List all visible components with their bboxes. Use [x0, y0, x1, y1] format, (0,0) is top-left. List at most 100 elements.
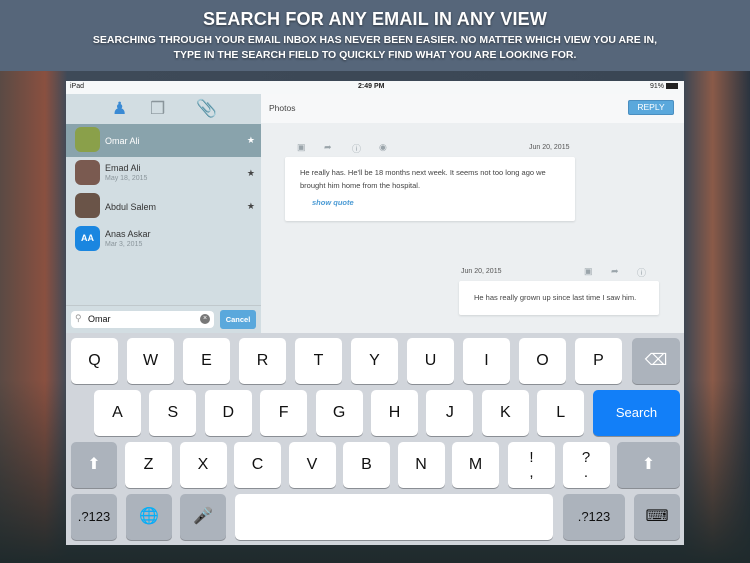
message-text-line: He really has. He'll be 18 months next w…	[300, 168, 546, 177]
key-j[interactable]: J	[426, 390, 474, 436]
shift-icon: ⬆	[87, 456, 101, 473]
space-key[interactable]	[235, 494, 553, 540]
key-secondary: ,	[529, 464, 534, 481]
keyboard-icon: ⌨	[645, 508, 669, 525]
promo-banner: SEARCH FOR ANY EMAIL IN ANY VIEW SEARCHI…	[0, 0, 750, 71]
forward-icon[interactable]: ➦	[611, 266, 619, 277]
battery-percent: 91%	[649, 83, 664, 90]
search-value: Omar	[88, 314, 111, 324]
message-text-line: brought him home from the hospital.	[300, 181, 421, 190]
key-x[interactable]: X	[179, 442, 227, 488]
info-icon[interactable]: ⓘ	[637, 266, 646, 279]
key-c[interactable]: C	[234, 442, 281, 488]
hide-keyboard-key[interactable]: ⌨	[634, 494, 680, 540]
star-icon[interactable]: ★	[247, 201, 255, 212]
archive-icon[interactable]: ▣	[297, 142, 306, 153]
message-text: He has really grown up since last time I…	[474, 293, 637, 302]
microphone-icon: 🎤	[193, 508, 213, 525]
shift-key[interactable]: ⬆	[71, 442, 117, 488]
battery-icon	[666, 83, 678, 89]
search-key[interactable]: Search	[593, 390, 680, 436]
key-i[interactable]: I	[463, 338, 510, 384]
key-u[interactable]: U	[407, 338, 454, 384]
key-primary: ?	[581, 449, 591, 466]
key-l[interactable]: L	[537, 390, 585, 436]
key-g[interactable]: G	[315, 390, 363, 436]
keyboard: Q W E R T Y U I O P ⌫ A S D F G H J K L Search ⬆ Z X C V B N M!,?. ⬆.…	[66, 333, 684, 545]
shift-key[interactable]: ⬆	[617, 442, 680, 488]
star-icon[interactable]: ★	[247, 135, 255, 146]
key-y[interactable]: Y	[351, 338, 398, 384]
key-n[interactable]: N	[397, 442, 445, 488]
battery-status: 91%	[650, 83, 678, 90]
contact-name: Omar Ali	[105, 136, 140, 146]
contact-item[interactable]: Omar Ali ★	[66, 124, 261, 157]
key-e[interactable]: E	[183, 338, 230, 384]
key-a[interactable]: A	[94, 390, 141, 436]
avatar	[75, 127, 100, 152]
key-r[interactable]: R	[239, 338, 286, 384]
forward-icon[interactable]: ➦	[324, 142, 332, 153]
contact-date: May 18, 2015	[105, 175, 148, 182]
attachment-icon[interactable]: 📎	[196, 99, 217, 119]
key-m[interactable]: M	[452, 442, 499, 488]
key-o[interactable]: O	[519, 338, 566, 384]
key-b[interactable]: B	[343, 442, 390, 488]
person-icon[interactable]: ♟	[112, 99, 127, 119]
status-time: 2:49 PM	[358, 83, 385, 90]
contact-name: Anas Askar	[105, 229, 151, 239]
device-label: iPad	[70, 83, 85, 90]
banner-line-2: TYPE IN THE SEARCH FIELD TO QUICKLY FIND…	[173, 49, 577, 61]
key-f[interactable]: F	[260, 390, 308, 436]
globe-icon: 🌐	[139, 508, 159, 525]
archive-icon[interactable]: ▣	[584, 266, 593, 277]
dictation-key[interactable]: 🎤	[180, 494, 226, 540]
clear-icon[interactable]: ×	[200, 314, 210, 324]
avatar	[75, 193, 100, 218]
message-bubble: He really has. He'll be 18 months next w…	[285, 157, 575, 221]
reply-button[interactable]: REPLY	[628, 100, 674, 115]
message-subject: Photos	[269, 103, 296, 113]
info-icon[interactable]: ⓘ	[352, 142, 361, 155]
key-k[interactable]: K	[481, 390, 529, 436]
numbers-key[interactable]: .?123	[563, 494, 625, 540]
conversations-icon[interactable]: ❒	[150, 99, 165, 119]
contact-name: Emad Ali	[105, 163, 141, 173]
message-date: Jun 20, 2015	[529, 144, 570, 151]
key-p[interactable]: P	[575, 338, 622, 384]
status-bar: iPad 2:49 PM 91%	[66, 81, 684, 94]
globe-key[interactable]: 🌐	[126, 494, 172, 540]
sidebar-tabs: ♟ ❒ 📎	[66, 99, 261, 123]
key-h[interactable]: H	[371, 390, 418, 436]
search-icon: ⚲	[75, 313, 82, 323]
search-bar: ⚲ Omar × Cancel	[66, 305, 261, 333]
avatar: AA	[75, 226, 100, 251]
avatar	[75, 160, 100, 185]
key-q[interactable]: Q	[71, 338, 118, 384]
contact-item[interactable]: Abdul Salem ★	[66, 190, 261, 223]
backspace-icon: ⌫	[644, 352, 668, 369]
key-punctuation[interactable]: !,	[508, 442, 555, 488]
key-punctuation[interactable]: ?.	[562, 442, 610, 488]
eye-icon[interactable]: ◉	[379, 142, 387, 153]
cancel-button[interactable]: Cancel	[220, 310, 256, 329]
avatar-initials: AA	[81, 233, 94, 243]
contact-date: Mar 3, 2015	[105, 241, 143, 248]
key-z[interactable]: Z	[125, 442, 172, 488]
show-quote-link[interactable]: show quote	[312, 196, 354, 209]
key-w[interactable]: W	[127, 338, 174, 384]
contact-name: Abdul Salem	[105, 202, 157, 212]
backspace-key[interactable]: ⌫	[632, 338, 680, 384]
contact-item[interactable]: Emad Ali May 18, 2015 ★	[66, 157, 261, 190]
key-v[interactable]: V	[288, 442, 336, 488]
key-t[interactable]: T	[295, 338, 342, 384]
key-primary: !	[529, 449, 534, 466]
key-d[interactable]: D	[204, 390, 252, 436]
shift-icon: ⬆	[641, 456, 656, 473]
contact-item[interactable]: AA Anas Askar Mar 3, 2015	[66, 223, 261, 256]
message-bubble: He has really grown up since last time I…	[459, 281, 659, 315]
star-icon[interactable]: ★	[247, 168, 255, 179]
key-s[interactable]: S	[149, 390, 197, 436]
search-input[interactable]: ⚲ Omar ×	[71, 311, 214, 328]
numbers-key[interactable]: .?123	[71, 494, 117, 540]
